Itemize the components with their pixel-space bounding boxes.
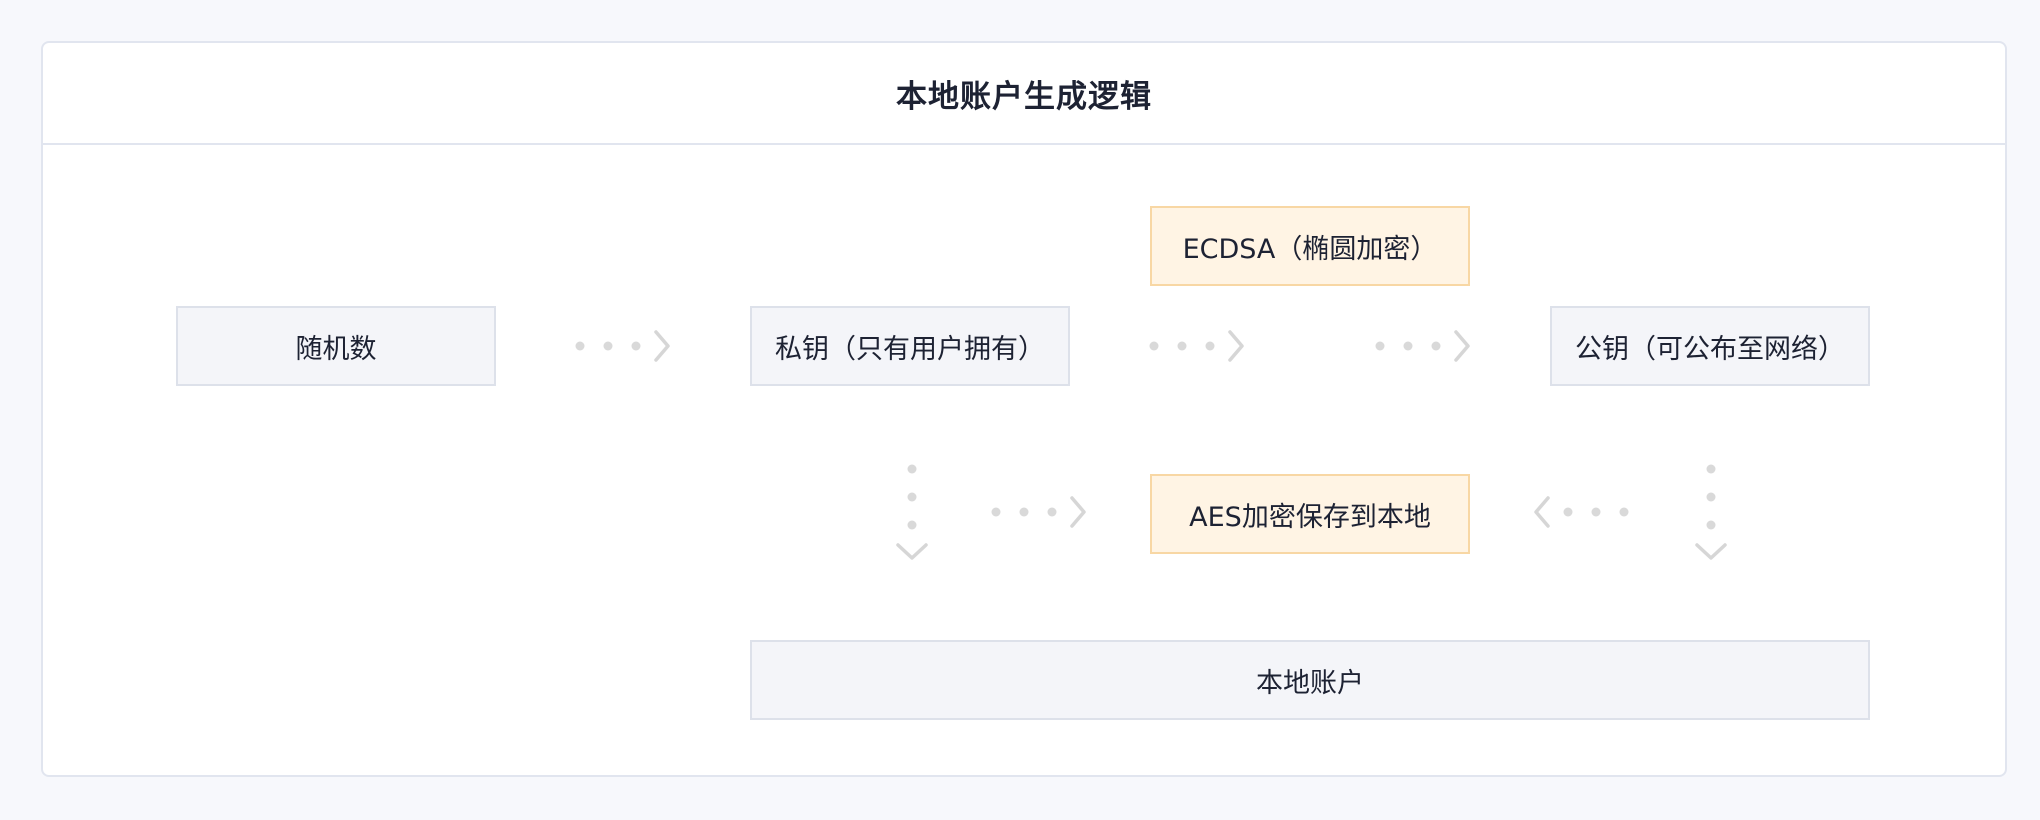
- node-random: 随机数: [176, 306, 496, 386]
- card-header: 本地账户生成逻辑: [43, 43, 2005, 145]
- node-private-key: 私钥（只有用户拥有）: [750, 306, 1070, 386]
- node-ecdsa: ECDSA（椭圆加密）: [1150, 206, 1470, 286]
- node-local-account: 本地账户: [750, 640, 1870, 720]
- node-public-key: 公钥（可公布至网络）: [1550, 306, 1870, 386]
- node-aes: AES加密保存到本地: [1150, 474, 1470, 554]
- diagram-title: 本地账户生成逻辑: [896, 78, 1152, 115]
